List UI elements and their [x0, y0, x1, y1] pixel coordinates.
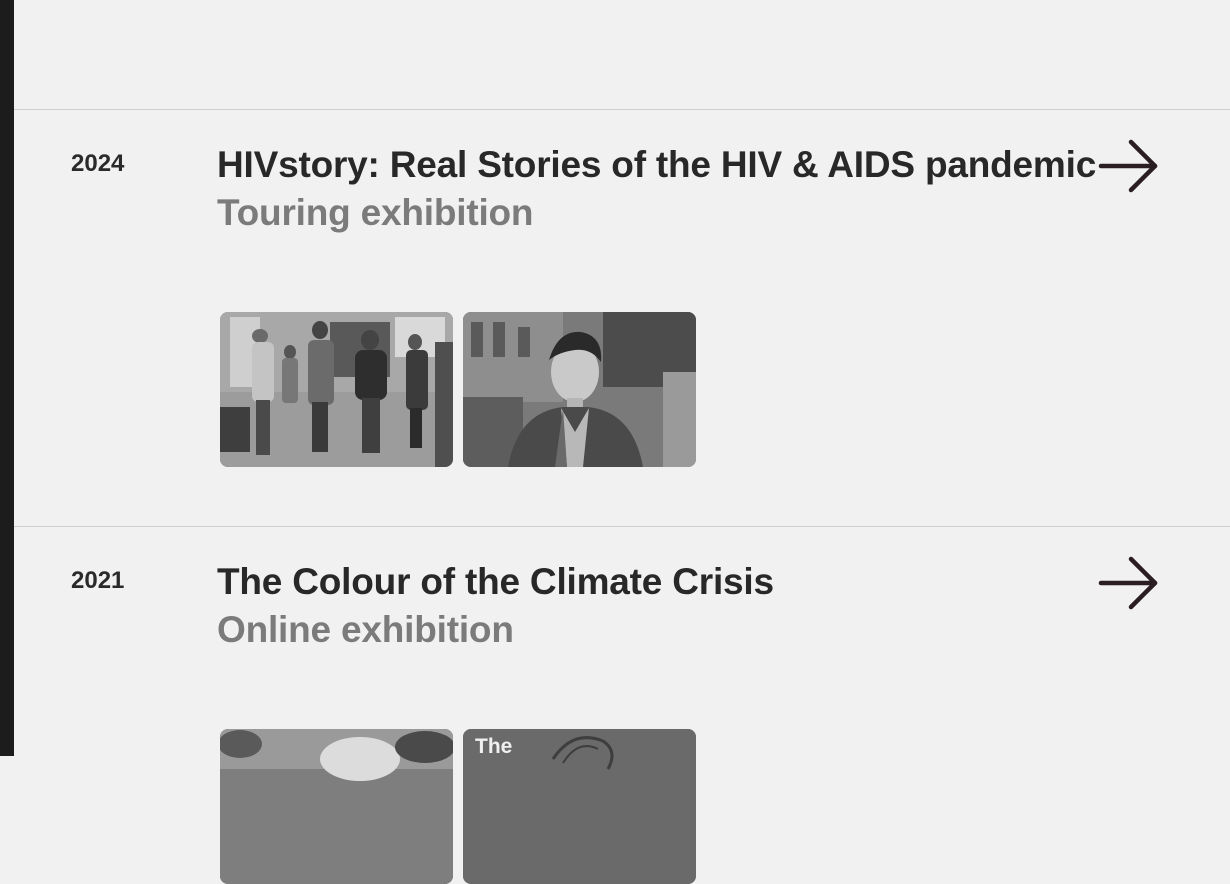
exhibition-title[interactable]: The Colour of the Climate Crisis: [217, 561, 774, 603]
arrow-right-icon[interactable]: [1098, 138, 1160, 194]
exhibition-thumbnail-portrait[interactable]: [463, 312, 696, 467]
exhibition-thumbnail-cover[interactable]: The: [463, 729, 696, 884]
thumbnail-caption: The: [475, 735, 513, 758]
exhibition-thumbnail-outdoor[interactable]: [220, 729, 453, 884]
exhibition-year: 2024: [71, 150, 125, 177]
exhibition-entry[interactable]: 2021 The Colour of the Climate Crisis On…: [14, 526, 1230, 884]
exhibition-entry[interactable]: 2024 HIVstory: Real Stories of the HIV &…: [14, 109, 1230, 526]
exhibition-type: Touring exhibition: [217, 192, 534, 233]
exhibition-thumbnail-crowd[interactable]: [220, 312, 453, 467]
exhibition-year: 2021: [71, 567, 125, 594]
exhibition-type: Online exhibition: [217, 609, 514, 650]
exhibition-title[interactable]: HIVstory: Real Stories of the HIV & AIDS…: [217, 144, 1096, 186]
arrow-right-icon[interactable]: [1098, 555, 1160, 611]
left-edge-bar: [0, 0, 14, 756]
exhibitions-list: 2024 HIVstory: Real Stories of the HIV &…: [14, 0, 1230, 884]
